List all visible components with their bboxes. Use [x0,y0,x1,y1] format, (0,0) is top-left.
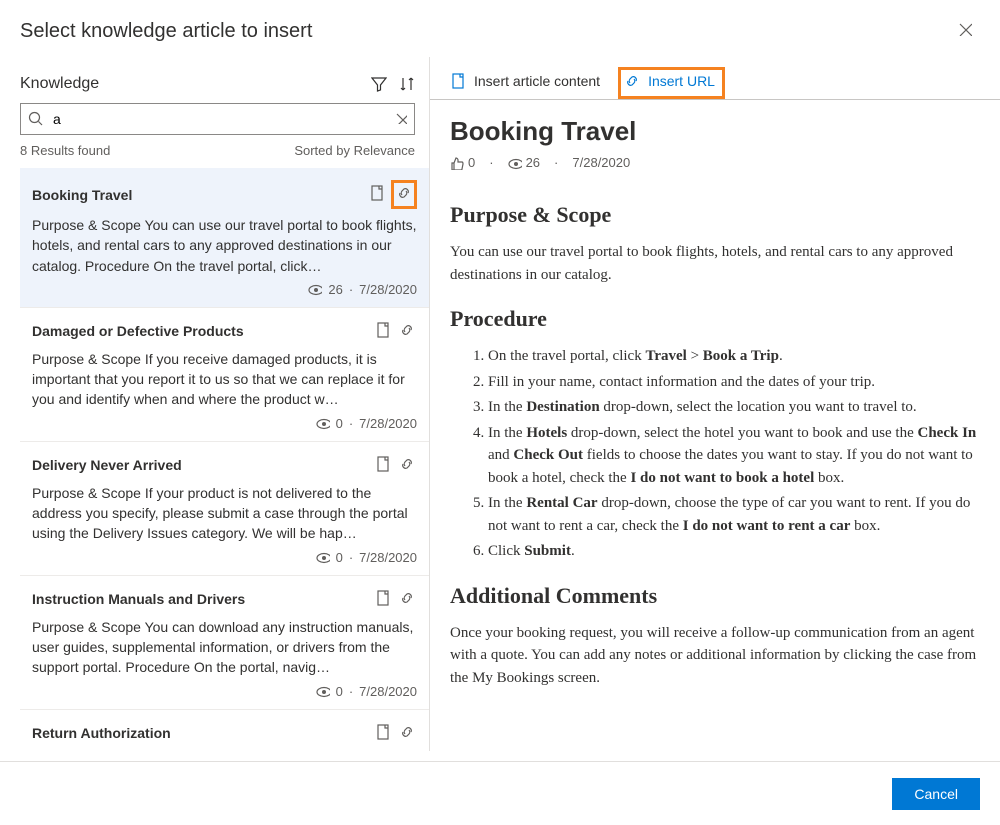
eye-icon [316,684,330,698]
insert-content-button[interactable] [375,724,391,743]
result-snippet: Purpose & Scope If your product is not d… [32,483,417,544]
tab-insert-content[interactable]: Insert article content [444,67,610,99]
result-card[interactable]: Instruction Manuals and Drivers Purpose … [20,576,429,710]
insert-content-button[interactable] [375,590,391,609]
article-date: 7/28/2020 [572,155,630,170]
result-views: 0 [336,550,343,565]
document-icon [450,73,466,89]
result-card[interactable]: Return Authorization Purpose & Scope If … [20,710,429,751]
thumb-icon [450,156,464,170]
eye-icon [508,156,522,170]
tab-insert-url[interactable]: Insert URL [618,67,725,99]
article-views: 26 [508,155,540,170]
result-snippet: Purpose & Scope You can use our travel p… [32,215,417,276]
close-icon [395,112,407,124]
document-icon [375,590,391,606]
result-card[interactable]: Booking Travel Purpose & Scope You can u… [20,168,429,308]
result-title: Damaged or Defective Products [32,323,244,339]
results-count: 8 Results found [20,143,110,158]
document-icon [369,185,385,201]
link-icon [396,185,412,201]
clear-search-button[interactable] [395,111,407,127]
document-icon [375,322,391,338]
article-title: Booking Travel [450,116,980,147]
close-button[interactable] [954,18,976,45]
sorted-by: Sorted by Relevance [294,143,415,158]
eye-icon [316,550,330,564]
sort-icon[interactable] [399,76,415,92]
link-icon [399,724,415,740]
procedure-list: On the travel portal, click Travel > Boo… [450,345,980,563]
result-date: 7/28/2020 [359,282,417,297]
result-date: 7/28/2020 [359,550,417,565]
link-icon [624,73,640,89]
result-title: Delivery Never Arrived [32,457,182,473]
link-icon [399,322,415,338]
result-date: 7/28/2020 [359,684,417,699]
insert-url-button[interactable] [397,588,417,611]
link-icon [399,590,415,606]
document-icon [375,456,391,472]
eye-icon [316,416,330,430]
tab-label: Insert article content [474,73,600,89]
insert-content-button[interactable] [369,185,385,204]
panel-title: Knowledge [20,75,99,93]
result-date: 7/28/2020 [359,416,417,431]
result-snippet: Purpose & Scope If you receive damaged p… [32,349,417,410]
result-views: 0 [336,684,343,699]
result-snippet: Purpose & Scope You can download any ins… [32,617,417,678]
result-title: Return Authorization [32,725,171,741]
search-icon [28,111,44,127]
link-icon [399,456,415,472]
cancel-button[interactable]: Cancel [892,778,980,810]
insert-url-button[interactable] [397,722,417,745]
result-title: Booking Travel [32,187,132,203]
result-title: Instruction Manuals and Drivers [32,591,245,607]
filter-icon[interactable] [371,76,387,92]
result-views: 0 [336,416,343,431]
insert-content-button[interactable] [375,456,391,475]
insert-url-button[interactable] [397,320,417,343]
result-views: 26 [328,282,342,297]
dialog-title: Select knowledge article to insert [20,20,312,43]
close-icon [958,22,972,36]
search-input[interactable] [20,103,415,135]
insert-url-button[interactable] [391,180,417,209]
tab-label: Insert URL [648,73,715,89]
result-card[interactable]: Damaged or Defective Products Purpose & … [20,308,429,442]
result-card[interactable]: Delivery Never Arrived Purpose & Scope I… [20,442,429,576]
document-icon [375,724,391,740]
eye-icon [308,282,322,296]
results-list[interactable]: Booking Travel Purpose & Scope You can u… [20,168,429,751]
insert-content-button[interactable] [375,322,391,341]
article-likes: 0 [450,155,475,170]
article-body: Purpose & Scope You can use our travel p… [450,198,980,689]
insert-url-button[interactable] [397,454,417,477]
